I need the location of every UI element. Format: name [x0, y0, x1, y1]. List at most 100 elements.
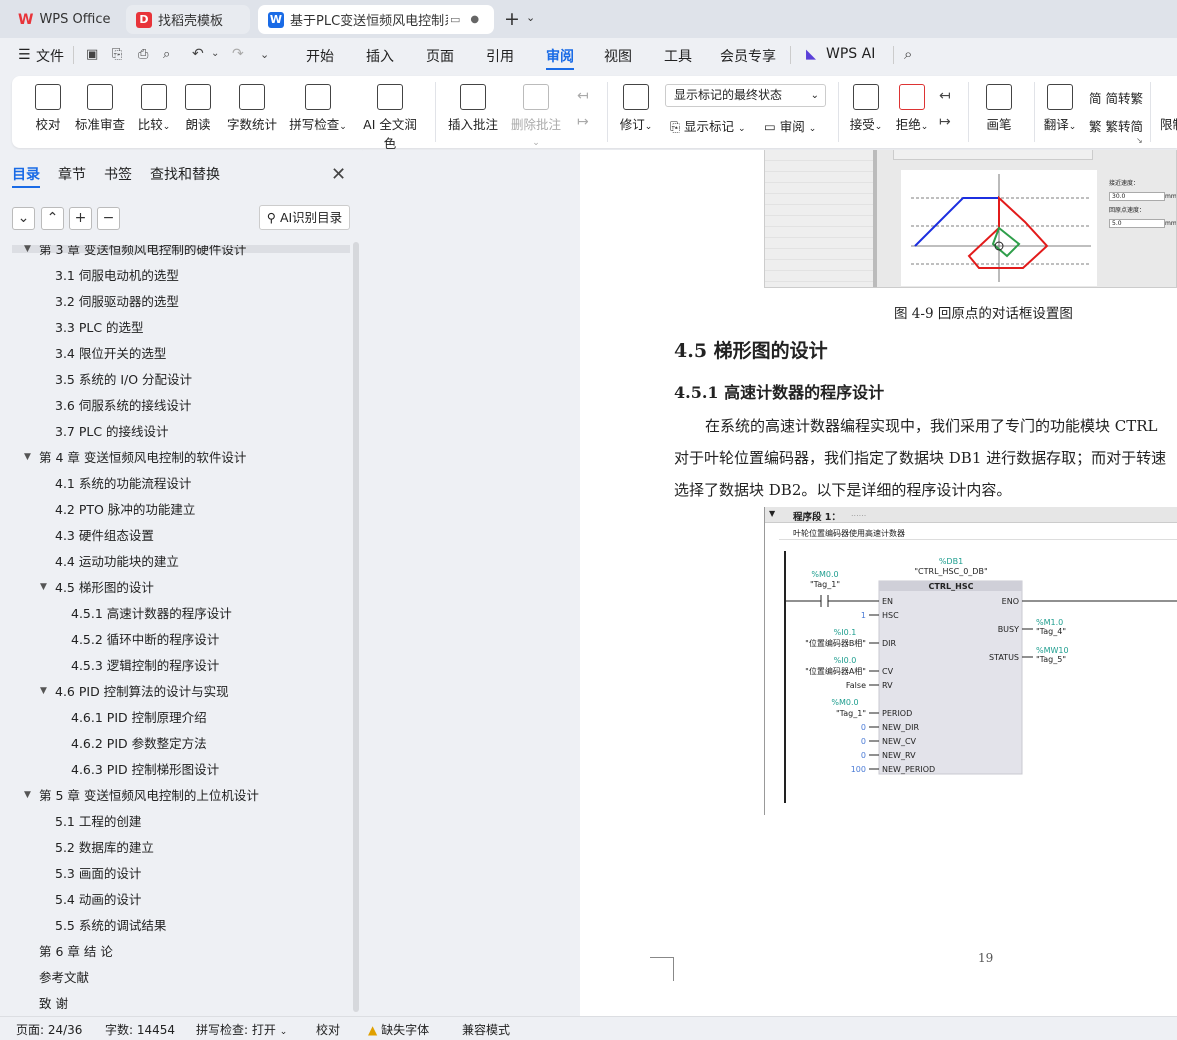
add-heading-icon[interactable]: + — [69, 207, 92, 230]
menu-reference[interactable]: 引用 — [486, 46, 514, 66]
close-icon[interactable]: ✕ — [331, 164, 346, 185]
restrict-button[interactable]: 限制 — [1160, 84, 1177, 133]
status-proofread[interactable]: 校对 — [316, 1021, 340, 1038]
undo-menu-icon[interactable]: ⌄ — [211, 48, 219, 59]
spell-check-button[interactable]: 拼写检查⌄ — [287, 84, 349, 133]
toc-item[interactable]: 4.5.1 高速计数器的程序设计 — [71, 603, 232, 625]
tab-bookmarks[interactable]: 书签 — [104, 164, 132, 184]
toc-item[interactable]: 3.2 伺服驱动器的选型 — [55, 291, 179, 313]
menu-review[interactable]: 审阅 — [546, 46, 574, 66]
toc-item[interactable]: 第 5 章 变送恒频风电控制的上位机设计 — [39, 785, 259, 807]
toc-item[interactable]: 4.5.2 循环中断的程序设计 — [71, 629, 219, 651]
monitor-icon[interactable]: ▭ — [450, 13, 460, 26]
status-missing-font[interactable]: ▲ 缺失字体 — [368, 1021, 429, 1038]
show-markup-button[interactable]: ⎘ 显示标记 ⌄ — [670, 116, 746, 135]
toc-expand-triangle-icon[interactable]: ▼ — [24, 452, 31, 462]
menu-start[interactable]: 开始 — [306, 46, 334, 66]
ai-toc-button[interactable]: ⚲ AI识别目录 — [259, 205, 350, 230]
toc-item[interactable]: 4.6.3 PID 控制梯形图设计 — [71, 759, 219, 781]
compare-button[interactable]: 比较⌄ — [134, 84, 174, 133]
toc-item[interactable]: 第 6 章 结 论 — [39, 941, 113, 963]
word-count-button[interactable]: 字数统计 — [226, 84, 278, 133]
next-comment-icon[interactable]: ↦ — [577, 114, 589, 130]
new-tab-icon[interactable]: + — [504, 8, 520, 30]
tab-toc[interactable]: 目录 — [12, 164, 40, 184]
toc-expand-triangle-icon[interactable]: ▼ — [40, 582, 47, 592]
reject-button[interactable]: 拒绝⌄ — [894, 84, 930, 133]
toc-expand-triangle-icon[interactable]: ▼ — [24, 245, 31, 254]
toc-item[interactable]: 4.6.2 PID 参数整定方法 — [71, 733, 207, 755]
toc-item[interactable]: 5.3 画面的设计 — [55, 863, 141, 885]
markup-select[interactable]: 显示标记的最终状态 ⌄ — [665, 84, 826, 107]
redo-icon[interactable]: ↷ — [232, 46, 244, 62]
revise-button[interactable]: 修订⌄ — [618, 84, 654, 133]
trad-to-simp-button[interactable]: 繁 繁转简 — [1089, 116, 1143, 135]
toc-item[interactable]: 4.5.3 逻辑控制的程序设计 — [71, 655, 219, 677]
prev-comment-icon[interactable]: ↤ — [577, 88, 589, 104]
review-pane-button[interactable]: ▭ 审阅 ⌄ — [764, 116, 816, 135]
collapse-all-icon[interactable]: ⌄ — [12, 207, 35, 230]
expand-ribbon-icon[interactable]: ↘ — [1136, 136, 1143, 145]
hamburger-icon[interactable]: ☰ — [18, 47, 31, 63]
status-spell-check[interactable]: 拼写检查: 打开 ⌄ — [196, 1021, 287, 1038]
chevron-down-icon[interactable]: ⌄ — [526, 11, 535, 24]
status-word-count[interactable]: 字数: 14454 — [105, 1021, 175, 1038]
standard-review-button[interactable]: 标准审查 — [74, 84, 126, 133]
menu-member[interactable]: 会员专享 — [720, 46, 776, 66]
tab-template[interactable]: D 找稻壳模板 — [126, 5, 250, 34]
toc-item[interactable]: 3.7 PLC 的接线设计 — [55, 421, 169, 443]
toc-item[interactable]: 4.2 PTO 脉冲的功能建立 — [55, 499, 195, 521]
tab-document[interactable]: W 基于PLC变送恒频风电控制系 ▭ ● — [258, 5, 494, 34]
read-aloud-button[interactable]: 朗读 — [184, 84, 212, 133]
more-icon[interactable]: ⌄ — [260, 48, 269, 61]
toc-item[interactable]: 3.5 系统的 I/O 分配设计 — [55, 369, 192, 391]
toc-item[interactable]: 3.1 伺服电动机的选型 — [55, 265, 179, 287]
menu-page[interactable]: 页面 — [426, 46, 454, 66]
toc-item[interactable]: 第 4 章 变送恒频风电控制的软件设计 — [39, 447, 246, 469]
scrollbar[interactable] — [353, 242, 359, 1012]
save-icon[interactable]: ▣ — [86, 47, 98, 62]
accept-button[interactable]: 接受⌄ — [848, 84, 884, 133]
toc-item[interactable]: 3.4 限位开关的选型 — [55, 343, 166, 365]
toc-expand-triangle-icon[interactable]: ▼ — [40, 686, 47, 696]
expand-up-icon[interactable]: ⌃ — [41, 207, 64, 230]
simp-to-trad-button[interactable]: 简 简转繁 — [1089, 88, 1143, 107]
undo-icon[interactable]: ↶ — [192, 46, 204, 62]
toc-item[interactable]: 5.5 系统的调试结果 — [55, 915, 166, 937]
print-preview-icon[interactable]: ⌕ — [163, 47, 170, 62]
tab-wps-office[interactable]: W WPS Office — [8, 5, 120, 34]
toc-item[interactable]: 4.6 PID 控制算法的设计与实现 — [55, 681, 229, 703]
toc-item[interactable]: 5.4 动画的设计 — [55, 889, 141, 911]
pen-button[interactable]: 画笔 — [984, 84, 1014, 133]
unsaved-dot-icon[interactable]: ● — [470, 14, 479, 25]
menu-file[interactable]: 文件 — [36, 46, 64, 66]
toc-expand-triangle-icon[interactable]: ▼ — [24, 790, 31, 800]
ai-polish-button[interactable]: AI 全文润色 — [358, 84, 422, 152]
tab-find-replace[interactable]: 查找和替换 — [150, 164, 220, 184]
insert-comment-button[interactable]: 插入批注 — [448, 84, 498, 133]
proofread-button[interactable]: 校对 — [34, 84, 62, 133]
toc-item[interactable]: 第 3 章 变送恒频风电控制的硬件设计 — [39, 245, 246, 261]
search-icon[interactable]: ⌕ — [904, 45, 912, 63]
status-page[interactable]: 页面: 24/36 — [16, 1021, 82, 1038]
menu-wps-ai[interactable]: WPS AI — [826, 46, 875, 62]
prev-change-icon[interactable]: ↤ — [939, 88, 951, 104]
export-icon[interactable]: ⎘ — [112, 47, 122, 62]
menu-view[interactable]: 视图 — [604, 46, 632, 66]
next-change-icon[interactable]: ↦ — [939, 114, 951, 130]
delete-comment-button[interactable]: 删除批注 ⌄ — [508, 84, 564, 148]
toc-item[interactable]: 4.3 硬件组态设置 — [55, 525, 154, 547]
toc-item[interactable]: 5.1 工程的创建 — [55, 811, 141, 833]
remove-heading-icon[interactable]: − — [97, 207, 120, 230]
menu-insert[interactable]: 插入 — [366, 46, 394, 66]
toc-item[interactable]: 5.2 数据库的建立 — [55, 837, 154, 859]
toc-item[interactable]: 4.1 系统的功能流程设计 — [55, 473, 191, 495]
toc-item[interactable]: 3.6 伺服系统的接线设计 — [55, 395, 191, 417]
toc-item[interactable]: 4.5 梯形图的设计 — [55, 577, 154, 599]
menu-tools[interactable]: 工具 — [664, 46, 692, 66]
toc-item[interactable]: 4.4 运动功能块的建立 — [55, 551, 179, 573]
translate-button[interactable]: 翻译⌄ — [1042, 84, 1078, 133]
toc-item[interactable]: 3.3 PLC 的选型 — [55, 317, 144, 339]
toc-item[interactable]: 4.6.1 PID 控制原理介绍 — [71, 707, 207, 729]
toc-item[interactable]: 参考文献 — [39, 967, 89, 989]
